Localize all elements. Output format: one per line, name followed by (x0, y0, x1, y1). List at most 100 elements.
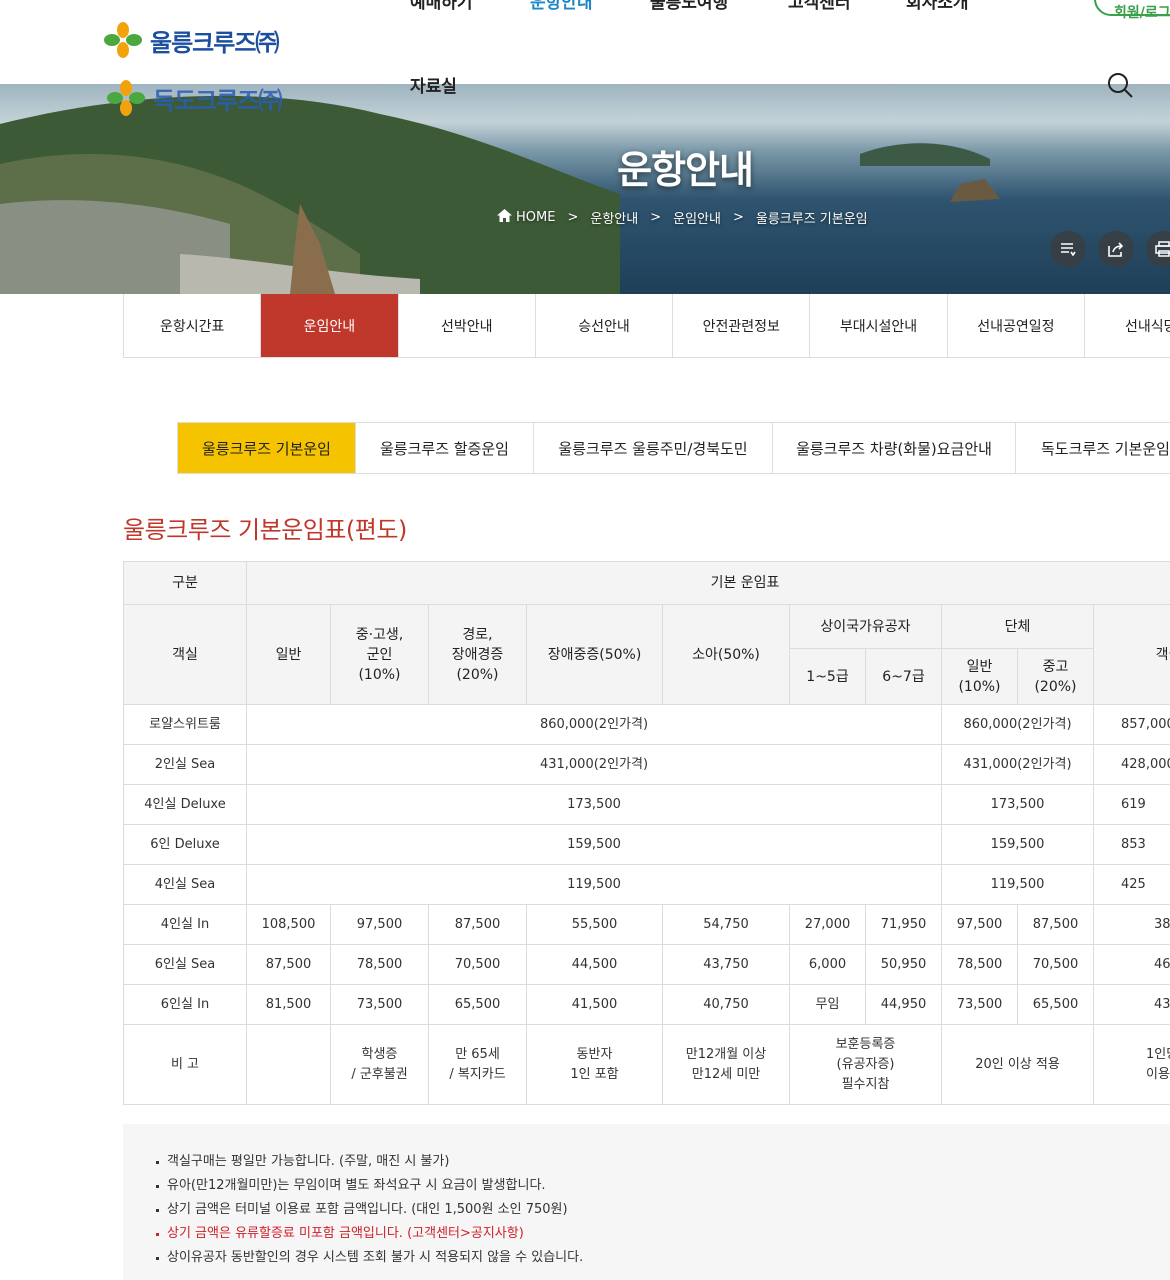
page-title: 운항안내 (617, 148, 754, 192)
fare-cell: 81,500 (246, 984, 331, 1025)
header-cabin-extra: 객실 (1092, 604, 1170, 705)
breadcrumb-home[interactable]: HOME (516, 210, 555, 225)
nav-reservation[interactable]: 예매하기 (410, 0, 473, 13)
table-row: 4인실 Deluxe 173,500 173,500 619 (123, 784, 1170, 825)
header-student: 중·고생, 군인 (10%) (330, 604, 429, 705)
subnav-facilities[interactable]: 부대시설안내 (810, 294, 948, 357)
note-item: 상이유공자 동반할인의 경우 시스템 조회 불가 시 적용되지 않을 수 있습니… (156, 1246, 1170, 1270)
header-general: 일반 (246, 604, 331, 705)
list-button[interactable] (1050, 231, 1086, 267)
note-item: 유아(만12개월미만)는 무임이며 별도 좌석요구 시 요금이 발생합니다. (156, 1174, 1170, 1198)
nav-operation[interactable]: 운항안내 (530, 0, 593, 13)
page: 운항안내 HOME > 운항안내 > 운임안내 > 울릉크루즈 기본운임 울릉크… (0, 0, 1170, 1280)
remark-label: 비 고 (123, 1024, 247, 1105)
fare-cell: 73,500 (330, 984, 429, 1025)
clover-logo-icon (104, 22, 142, 58)
header-veteran-grade-1-5: 1~5급 (789, 648, 866, 705)
fare-cell: 860,000(2인가격) (246, 704, 942, 745)
remark-senior: 만 65세 / 복지카드 (428, 1024, 527, 1105)
header-senior: 경로, 장애경증 (20%) (428, 604, 527, 705)
fare-cell: 464 (1092, 944, 1170, 985)
list-icon (1061, 243, 1076, 256)
share-button[interactable] (1098, 231, 1134, 267)
nav-company[interactable]: 회사소개 (906, 0, 969, 13)
cabin-name: 2인실 Sea (123, 744, 247, 785)
logo[interactable]: 울릉크루즈㈜ (104, 22, 279, 58)
header-veteran-grade-6-7: 6~7급 (865, 648, 942, 705)
subnav-vessel[interactable]: 선박안내 (398, 294, 536, 357)
cabin-name: 6인실 Sea (123, 944, 247, 985)
fare-cell: 119,500 (246, 864, 942, 905)
table-row: 6인실 Sea 87,500 78,500 70,500 44,500 43,750 6,0… (123, 944, 1170, 985)
note-item: 상기 금액은 터미널 이용료 포함 금액입니다. (대인 1,500원 소인 7… (156, 1198, 1170, 1222)
tab-ulleung-vehicle[interactable]: 울릉크루즈 차량(화물)요금안내 (773, 423, 1016, 473)
fare-cell: 65,500 (428, 984, 527, 1025)
group-fare-cell: 860,000(2인가격) (941, 704, 1094, 745)
nav-travel[interactable]: 울릉도여행 (650, 0, 728, 13)
logo-secondary-text: 독도크루즈㈜ (153, 86, 282, 115)
cabin-name: 4인실 Deluxe (123, 784, 247, 825)
print-icon (1155, 241, 1170, 257)
fare-cell: 385 (1092, 904, 1170, 945)
subnav-safety[interactable]: 안전관련정보 (673, 294, 811, 357)
subnav-boarding[interactable]: 승선안내 (535, 294, 674, 357)
tab-ulleung-residents[interactable]: 울릉크루즈 울릉주민/경북도민 (534, 423, 773, 473)
subnav-performance[interactable]: 선내공연일정 (947, 294, 1085, 357)
remark-group: 20인 이상 적용 (941, 1024, 1094, 1105)
fare-cell: 97,500 (330, 904, 429, 945)
fare-tabs: 울릉크루즈 기본운임 울릉크루즈 할증운임 울릉크루즈 울릉주민/경북도민 울릉… (177, 422, 1170, 474)
breadcrumb-item[interactable]: 운항안내 (590, 208, 638, 227)
tab-ulleung-surcharge[interactable]: 울릉크루즈 할증운임 (356, 423, 534, 473)
table-row: 2인실 Sea 431,000(2인가격) 431,000(2인가격) 428,000 (123, 744, 1170, 785)
fare-cell: 87,500 (1017, 904, 1094, 945)
fare-cell: 65,500 (1017, 984, 1094, 1025)
home-icon[interactable] (497, 209, 512, 226)
breadcrumb-current: 울릉크루즈 기본운임 (755, 212, 868, 227)
fare-cell: 54,750 (662, 904, 790, 945)
remark-extra: 1인당 이용료 (1092, 1024, 1170, 1105)
note-item: 상기 금액은 유류할증료 미포함 금액입니다. (고객센터>공지사항) (156, 1222, 1170, 1246)
remark-veteran: 보훈등록증 (유공자증) 필수지참 (789, 1024, 942, 1105)
logo-text: 울릉크루즈㈜ (150, 28, 279, 57)
subnav-restaurant[interactable]: 선내식당 (1084, 294, 1170, 357)
nav-customer-center[interactable]: 고객센터 (788, 0, 851, 13)
cabin-name: 6인 Deluxe (123, 824, 247, 865)
breadcrumb-separator: > (732, 210, 744, 225)
nav-archive[interactable]: 자료실 (410, 72, 457, 97)
subnav-fare[interactable]: 운임안내 (261, 294, 399, 357)
fare-cell: 무임 (789, 984, 866, 1025)
header-group: 단체 (941, 604, 1094, 649)
breadcrumb-separator: > (567, 210, 579, 225)
fare-cell: 432 (1092, 984, 1170, 1025)
logo-secondary[interactable]: 독도크루즈㈜ (107, 80, 282, 116)
fare-cell: 73,500 (941, 984, 1018, 1025)
fare-cell: 40,750 (662, 984, 790, 1025)
fare-cell: 41,500 (526, 984, 663, 1025)
tab-ulleung-basic[interactable]: 울릉크루즈 기본운임 (178, 423, 356, 473)
tab-dokdo-basic[interactable]: 독도크루즈 기본운임 (1016, 423, 1170, 473)
breadcrumb-item[interactable]: 운임안내 (673, 208, 721, 227)
fare-cell: 87,500 (428, 904, 527, 945)
group-fare-cell: 173,500 (941, 784, 1094, 825)
header-disabled: 장애중증(50%) (526, 604, 663, 705)
site-header: 울릉크루즈㈜ 예매하기 운항안내 울릉도여행 고객센터 회사소개 회원/로그인 (0, 0, 1170, 84)
section-title: 울릉크루즈 기본운임표(편도) (123, 516, 407, 544)
login-button[interactable]: 회원/로그인 (1094, 0, 1170, 21)
group-fare-cell: 159,500 (941, 824, 1094, 865)
table-row: 6인실 In 81,500 73,500 65,500 41,500 40,750 무임 44… (123, 984, 1170, 1025)
fare-cell: 44,500 (526, 944, 663, 985)
fare-cell: 50,950 (865, 944, 942, 985)
share-icon (1108, 242, 1124, 257)
group-fare-cell: 431,000(2인가격) (941, 744, 1094, 785)
subnav-timetable[interactable]: 운항시간표 (124, 294, 262, 357)
clover-logo-icon (107, 80, 145, 116)
search-icon[interactable] (1106, 71, 1134, 99)
fare-cell: 87,500 (246, 944, 331, 985)
group-fare-cell: 119,500 (941, 864, 1094, 905)
table-row: 4인실 In 108,500 97,500 87,500 55,500 54,750 27,… (123, 904, 1170, 945)
fare-cell: 159,500 (246, 824, 942, 865)
fare-table: 구분 기본 운임표 객실 일반 중·고생, 군인 (10%) 경로, 장애경증 … (123, 561, 1170, 1105)
header-group-student: 중고 (20%) (1017, 648, 1094, 705)
cabin-name: 4인실 In (123, 904, 247, 945)
remark-general (246, 1024, 331, 1105)
